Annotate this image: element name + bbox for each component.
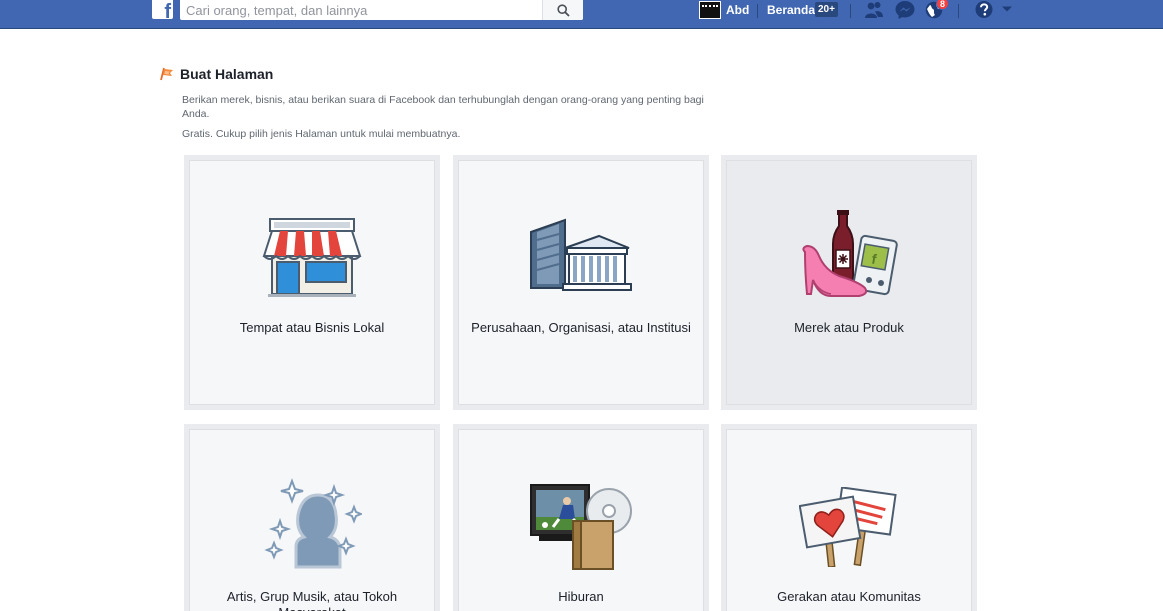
divider [757,4,758,18]
community-signs-icon [799,487,897,567]
storefront-icon [262,218,362,297]
category-card-community[interactable]: Gerakan atau Komunitas [721,424,977,611]
facebook-logo-icon[interactable]: f [152,0,173,19]
help-icon [975,1,993,18]
category-card-company[interactable]: Perusahaan, Organisasi, atau Institusi [453,155,709,410]
category-card-local-business[interactable]: Tempat atau Bisnis Lokal [184,155,440,410]
search-box [180,0,583,20]
category-card-brand-product[interactable]: f Merek atau Produk [721,155,977,410]
brand-products-icon: f [802,210,898,297]
search-icon [556,3,570,17]
friends-icon [865,2,883,18]
home-link[interactable]: Beranda [767,3,815,17]
category-label: Hiburan [558,589,604,604]
profile-link[interactable]: Abd [726,3,749,17]
search-input[interactable] [180,0,542,20]
category-label: Perusahaan, Organisasi, atau Institusi [471,320,691,335]
chevron-down-icon [1002,6,1012,12]
top-navigation-bar: f Abd Beranda 20+ [0,0,1163,29]
messenger-icon [895,1,915,19]
divider [958,4,959,18]
pages-flag-icon [160,67,173,81]
category-card-artist[interactable]: Artis, Grup Musik, atau Tokoh Masyarakat [184,424,440,611]
divider [850,4,851,18]
search-button[interactable] [542,0,583,20]
notifications-count-badge: 8 [936,0,949,10]
help-button[interactable] [973,0,997,20]
category-label: Gerakan atau Komunitas [777,589,921,604]
page-title: Buat Halaman [180,66,274,82]
avatar[interactable] [699,1,721,19]
category-label: Merek atau Produk [794,320,904,335]
page-subdescription: Gratis. Cukup pilih jenis Halaman untuk … [182,128,461,140]
entertainment-icon [530,484,632,570]
messages-button[interactable] [893,0,917,20]
category-card-entertainment[interactable]: Hiburan [453,424,709,611]
page-description: Berikan merek, bisnis, atau berikan suar… [182,94,704,120]
home-count-badge: 20+ [815,2,838,17]
friend-requests-button[interactable] [862,0,886,20]
company-buildings-icon [530,218,632,291]
category-label: Artis, Grup Musik, atau Tokoh Masyarakat [226,589,398,611]
artist-silhouette-icon [264,478,362,569]
account-menu-button[interactable] [1000,0,1014,20]
category-label: Tempat atau Bisnis Lokal [239,320,385,335]
